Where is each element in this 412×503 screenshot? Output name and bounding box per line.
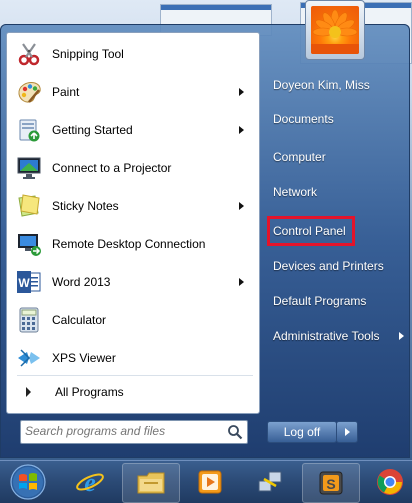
submenu-arrow-icon[interactable] xyxy=(239,278,244,286)
red-highlight-box xyxy=(267,216,355,246)
getting-started-icon xyxy=(14,115,44,145)
internet-explorer-icon[interactable]: e xyxy=(62,463,118,501)
program-label: Remote Desktop Connection xyxy=(52,237,206,251)
right-item-label: Devices and Printers xyxy=(273,259,384,273)
sublime-text-icon[interactable]: S xyxy=(302,463,360,503)
xps-viewer-icon xyxy=(14,343,44,373)
magnifier-icon[interactable] xyxy=(227,424,243,440)
program-label: Word 2013 xyxy=(52,275,111,289)
right-item-administrative-tools[interactable]: Administrative Tools xyxy=(266,322,406,350)
media-player-icon[interactable] xyxy=(182,463,238,501)
program-list: Snipping Tool Paint Getting Started Conn… xyxy=(6,32,260,414)
program-label: Getting Started xyxy=(52,123,133,137)
sticky-notes-icon xyxy=(14,191,44,221)
program-label: Calculator xyxy=(52,313,107,327)
remote-desktop-icon xyxy=(14,229,44,259)
program-xps-viewer[interactable]: XPS Viewer xyxy=(10,340,256,376)
shutdown-options-button[interactable] xyxy=(336,421,358,443)
svg-text:S: S xyxy=(326,476,335,492)
svg-text:e: e xyxy=(84,468,96,497)
program-calculator[interactable]: Calculator xyxy=(10,302,256,338)
submenu-arrow-icon[interactable] xyxy=(239,202,244,210)
all-programs-button[interactable]: All Programs xyxy=(10,377,256,407)
submenu-arrow-icon[interactable] xyxy=(239,126,244,134)
log-off-button[interactable]: Log off xyxy=(267,421,337,443)
all-programs-label: All Programs xyxy=(55,385,124,399)
paint-palette-icon xyxy=(14,77,44,107)
program-label: Snipping Tool xyxy=(52,47,124,61)
program-word-2013[interactable]: W Word 2013 xyxy=(10,264,256,300)
divider xyxy=(17,375,253,376)
file-explorer-icon[interactable] xyxy=(122,463,180,503)
scissors-icon xyxy=(14,39,44,69)
arrow-right-icon xyxy=(26,387,31,397)
search-area xyxy=(6,412,258,458)
right-item-network[interactable]: Network xyxy=(266,178,406,206)
user-picture[interactable] xyxy=(305,0,365,60)
right-item-label: Documents xyxy=(273,112,334,126)
calculator-icon xyxy=(14,305,44,335)
right-item-documents[interactable]: Documents xyxy=(266,105,406,133)
arrow-right-icon xyxy=(345,428,350,436)
program-remote-desktop-connection[interactable]: Remote Desktop Connection xyxy=(10,226,256,262)
right-item-label: Doyeon Kim, Miss xyxy=(273,78,370,92)
right-item-label: Network xyxy=(273,185,318,199)
right-item-computer[interactable]: Computer xyxy=(266,143,406,171)
right-item-label: Administrative Tools xyxy=(273,329,380,343)
search-input[interactable] xyxy=(25,423,215,439)
right-item-devices-and-printers[interactable]: Devices and Printers xyxy=(266,252,406,280)
submenu-arrow-icon[interactable] xyxy=(399,332,404,340)
program-label: Paint xyxy=(52,85,80,99)
program-label: Sticky Notes xyxy=(52,199,119,213)
program-sticky-notes[interactable]: Sticky Notes xyxy=(10,188,256,224)
word-icon: W xyxy=(14,267,44,297)
chrome-icon[interactable] xyxy=(362,463,412,501)
program-connect-to-projector[interactable]: Connect to a Projector xyxy=(10,150,256,186)
right-item-default-programs[interactable]: Default Programs xyxy=(266,287,406,315)
right-item-label: Computer xyxy=(273,150,326,164)
search-box[interactable] xyxy=(20,420,248,444)
right-item-user-name[interactable]: Doyeon Kim, Miss xyxy=(266,71,406,99)
projector-icon xyxy=(14,153,44,183)
program-paint[interactable]: Paint xyxy=(10,74,256,110)
flower-avatar-icon xyxy=(311,6,359,54)
program-label: XPS Viewer xyxy=(52,351,116,365)
network-transfer-icon[interactable] xyxy=(242,463,298,501)
program-snipping-tool[interactable]: Snipping Tool xyxy=(10,36,256,72)
program-getting-started[interactable]: Getting Started xyxy=(10,112,256,148)
svg-text:W: W xyxy=(18,276,30,290)
right-item-label: Default Programs xyxy=(273,294,367,308)
taskbar: e S xyxy=(0,460,412,503)
start-orb-icon[interactable] xyxy=(0,463,56,501)
program-label: Connect to a Projector xyxy=(52,161,172,175)
submenu-arrow-icon[interactable] xyxy=(239,88,244,96)
